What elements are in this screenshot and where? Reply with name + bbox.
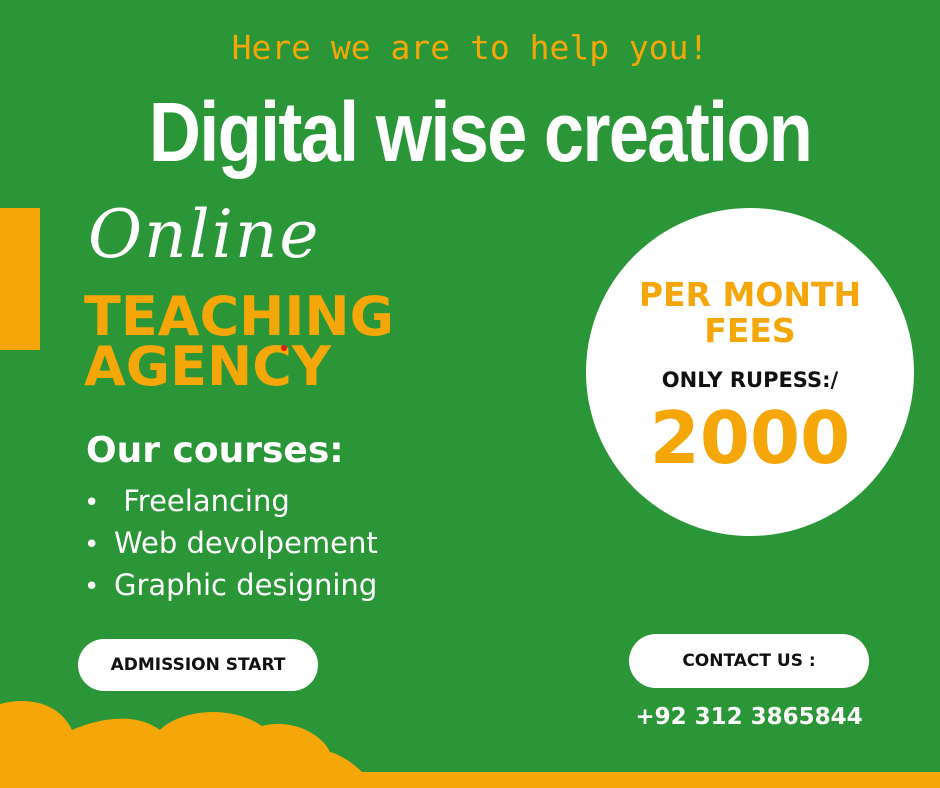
bullet-icon: • [84, 530, 100, 560]
script-heading: Online [88, 196, 321, 273]
fees-title-line-2: FEES [704, 311, 796, 350]
bullet-icon: • [84, 572, 100, 602]
poster: Here we are to help you! Digital wise cr… [0, 0, 940, 788]
courses-heading: Our courses: [86, 430, 344, 471]
list-item: • Freelancing [84, 484, 378, 526]
course-label: Graphic designing [114, 568, 378, 602]
course-label: Web devolpement [114, 526, 378, 560]
tagline: Here we are to help you! [231, 28, 709, 67]
accent-bar [0, 208, 40, 350]
red-dot-decoration [281, 345, 287, 351]
list-item: • Graphic designing [84, 568, 378, 610]
fees-circle: PER MONTH FEES ONLY RUPESS:/ 2000 [586, 208, 914, 536]
course-list: • Freelancing • Web devolpement • Graphic … [84, 484, 378, 610]
course-label: Freelancing [114, 484, 290, 518]
fees-title-line-1: PER MONTH [638, 275, 862, 314]
brand-line-2: AGENCY [84, 335, 331, 398]
currency-label: ONLY RUPESS:/ [661, 368, 839, 392]
cloud-decoration [0, 701, 940, 788]
bullet-icon: • [84, 488, 100, 518]
admission-button[interactable]: ADMISSION START [78, 639, 318, 691]
fee-amount: 2000 [649, 396, 851, 480]
main-title: Digital wise creation [148, 85, 813, 179]
list-item: • Web devolpement [84, 526, 378, 568]
contact-button[interactable]: CONTACT US : [629, 634, 869, 688]
